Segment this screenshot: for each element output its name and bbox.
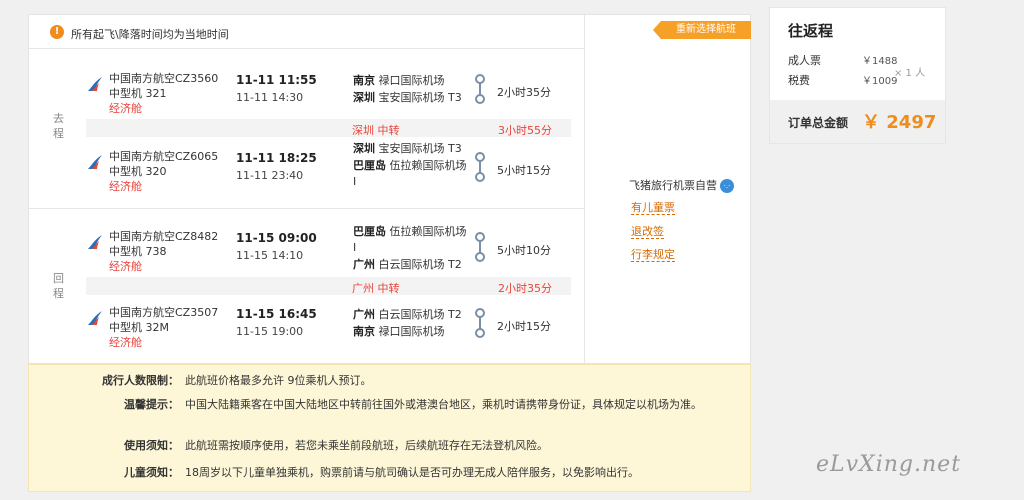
transfer-city: 深圳 中转	[352, 124, 400, 137]
flight-leg: 中国南方航空CZ8482 中型机 738 经济舱 11-15 09:00 11-…	[29, 221, 584, 277]
tip-label: 儿童须知：	[124, 466, 179, 479]
arrival-city: 广州	[353, 258, 375, 271]
tip-label: 成行人数限制：	[102, 374, 179, 387]
trip-divider	[29, 208, 584, 209]
time-notice: ! 所有起飞\降落时间均为当地时间	[29, 15, 584, 49]
flight-leg: 中国南方航空CZ6065 中型机 320 经济舱 11-11 18:25 11-…	[29, 141, 584, 197]
vendor-badge-icon[interactable]: ·.·	[720, 179, 734, 193]
tax-label: 税费	[788, 74, 810, 87]
flight-leg: 中国南方航空CZ3560 中型机 321 经济舱 11-11 11:55 11-…	[29, 63, 584, 119]
route-icon	[475, 152, 485, 182]
flight-number: 中国南方航空CZ3507	[109, 306, 219, 319]
warning-icon: !	[50, 25, 64, 39]
departure-city: 深圳	[353, 142, 375, 155]
transfer-duration: 3小时55分	[498, 124, 552, 137]
cabin-class: 经济舱	[109, 102, 142, 115]
arrival-time: 11-15 19:00	[236, 325, 304, 338]
total-bar: 订单总金额 ￥ 2497	[770, 100, 945, 143]
vendor-name: 飞猪旅行机票自营	[629, 179, 717, 192]
arrival-airport-name: 宝安国际机场 T3	[378, 91, 462, 104]
flight-duration: 5小时15分	[497, 164, 551, 177]
transfer-bar: 广州 中转 2小时35分	[86, 277, 571, 295]
refund-change-link[interactable]: 退改签	[631, 225, 664, 239]
flight-duration: 2小时35分	[497, 86, 551, 99]
watermark: eLvXing.net	[816, 452, 962, 477]
china-southern-logo-icon	[88, 77, 102, 91]
route-icon	[475, 232, 485, 262]
arrival-airport: 南京 禄口国际机场	[353, 324, 473, 340]
flight-duration: 2小时15分	[497, 320, 551, 333]
plane-type: 中型机 321	[109, 87, 167, 100]
reselect-flight-button[interactable]: 重新选择航班	[653, 21, 751, 39]
departure-airport: 南京 禄口国际机场	[353, 73, 473, 89]
arrival-time: 11-11 14:30	[236, 91, 304, 104]
tax-price: ￥1009	[862, 76, 898, 87]
tip-label: 温馨提示：	[124, 398, 179, 411]
tip-text: 此航班需按顺序使用，若您未乘坐前段航班，后续航班存在无法登机风险。	[185, 439, 548, 452]
departure-airport-name: 白云国际机场 T2	[378, 308, 462, 321]
route-icon	[475, 74, 485, 104]
departure-city: 巴厘岛	[353, 225, 386, 238]
china-southern-logo-icon	[88, 155, 102, 169]
tip-text: 此航班价格最多允许 9位乘机人预订。	[185, 374, 372, 387]
time-notice-text: 所有起飞\降落时间均为当地时间	[71, 28, 229, 41]
cabin-class: 经济舱	[109, 260, 142, 273]
arrival-airport-name: 禄口国际机场	[378, 325, 445, 338]
arrival-time: 11-15 14:10	[236, 249, 304, 262]
child-ticket-link[interactable]: 有儿童票	[631, 201, 675, 215]
departure-time: 11-15 09:00	[236, 231, 317, 245]
departure-airport-name: 禄口国际机场	[378, 74, 445, 87]
tip-text: 中国大陆籍乘客在中国大陆地区中转前往国外或港澳台地区，乘机时请携带身份证，具体规…	[185, 398, 702, 411]
total-label: 订单总金额	[788, 116, 849, 130]
arrival-city: 巴厘岛	[353, 159, 386, 172]
cabin-class: 经济舱	[109, 336, 142, 349]
vendor-info: 飞猪旅行机票自营 ·.·	[629, 177, 734, 193]
china-southern-logo-icon	[88, 311, 102, 325]
arrival-city: 深圳	[353, 91, 375, 104]
departure-airport: 广州 白云国际机场 T2	[353, 307, 473, 323]
transfer-duration: 2小时35分	[498, 282, 552, 295]
china-southern-logo-icon	[88, 235, 102, 249]
plane-type: 中型机 320	[109, 165, 167, 178]
tip-text: 18周岁以下儿童单独乘机，购票前请与航司确认是否可办理无成人陪伴服务，以免影响出…	[185, 466, 639, 479]
arrival-city: 南京	[353, 325, 375, 338]
flight-number: 中国南方航空CZ3560	[109, 72, 219, 85]
tips-panel: 成行人数限制： 此航班价格最多允许 9位乘机人预订。 温馨提示： 中国大陆籍乘客…	[28, 364, 751, 492]
route-icon	[475, 308, 485, 338]
flight-detail-panel: ! 所有起飞\降落时间均为当地时间 去程 回程 中国南方航空CZ3560 中型机…	[28, 14, 751, 364]
booking-side-column: 重新选择航班 飞猪旅行机票自营 ·.· 有儿童票 退改签 行李规定	[584, 15, 751, 364]
departure-airport-name: 宝安国际机场 T3	[378, 142, 462, 155]
departure-city: 南京	[353, 74, 375, 87]
flight-leg: 中国南方航空CZ3507 中型机 32M 经济舱 11-15 16:45 11-…	[29, 297, 584, 353]
departure-time: 11-11 11:55	[236, 73, 317, 87]
adult-ticket-price: ￥1488	[862, 56, 898, 67]
passenger-quantity: × 1 人	[894, 68, 926, 79]
departure-city: 广州	[353, 308, 375, 321]
cabin-class: 经济舱	[109, 180, 142, 193]
arrival-airport: 巴厘岛 伍拉赖国际机场 I	[353, 158, 473, 190]
total-amount: ￥ 2497	[862, 112, 937, 133]
flight-number: 中国南方航空CZ6065	[109, 150, 219, 163]
arrival-time: 11-11 23:40	[236, 169, 304, 182]
tip-label: 使用须知：	[124, 439, 179, 452]
flight-number: 中国南方航空CZ8482	[109, 230, 219, 243]
trip-type-title: 往返程	[788, 22, 834, 40]
arrival-airport: 广州 白云国际机场 T2	[353, 257, 473, 273]
arrival-airport-name: 白云国际机场 T2	[378, 258, 462, 271]
plane-type: 中型机 32M	[109, 321, 169, 334]
departure-airport: 深圳 宝安国际机场 T3	[353, 141, 473, 157]
plane-type: 中型机 738	[109, 245, 167, 258]
adult-ticket-label: 成人票	[788, 54, 821, 67]
arrival-airport: 深圳 宝安国际机场 T3	[353, 90, 473, 106]
transfer-city: 广州 中转	[352, 282, 400, 295]
departure-time: 11-15 16:45	[236, 307, 317, 321]
transfer-bar: 深圳 中转 3小时55分	[86, 119, 571, 137]
price-summary: 往返程 成人票 ￥1488 税费 ￥1009 × 1 人 订单总金额 ￥ 249…	[769, 7, 946, 144]
flight-duration: 5小时10分	[497, 244, 551, 257]
baggage-rules-link[interactable]: 行李规定	[631, 248, 675, 262]
departure-time: 11-11 18:25	[236, 151, 317, 165]
departure-airport: 巴厘岛 伍拉赖国际机场 I	[353, 224, 473, 256]
